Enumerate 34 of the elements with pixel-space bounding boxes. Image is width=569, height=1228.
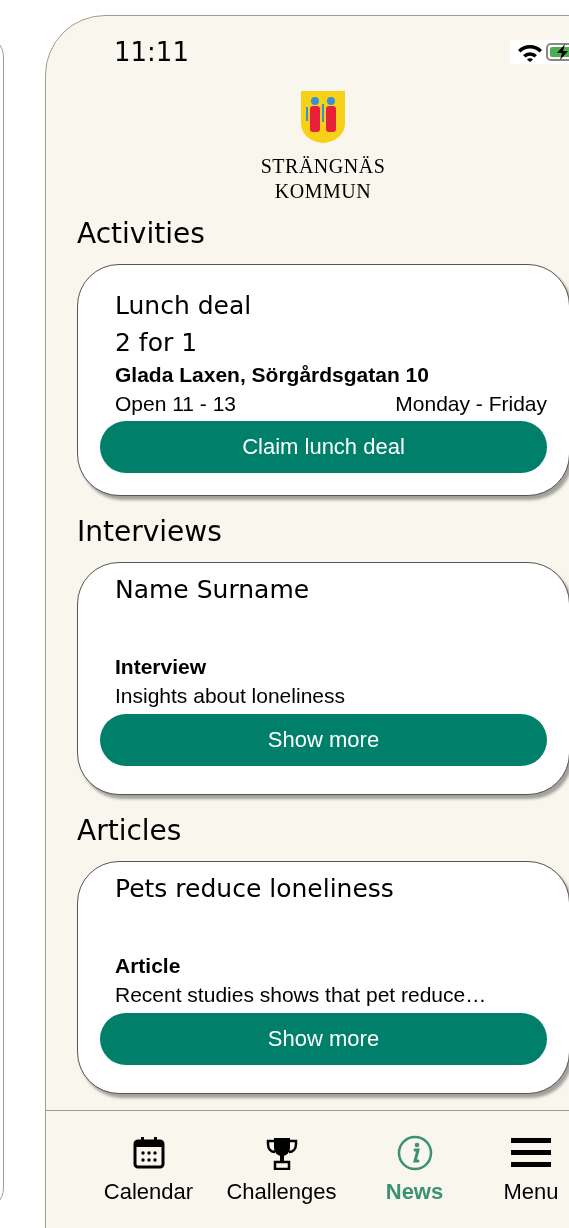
card-title: Name Surname (115, 574, 311, 606)
nav-tab[interactable]: Calendar (82, 1133, 215, 1205)
card-title: Pets reduce loneliness (115, 873, 395, 905)
section-heading: Articles (77, 813, 183, 849)
wifi-icon (516, 42, 544, 62)
nav-label: Challenges (226, 1179, 337, 1205)
section-heading: Activities (77, 216, 206, 252)
card-text: Insights about loneliness (115, 683, 346, 709)
logo-text: KOMMUN (273, 179, 373, 204)
coat-of-arms-icon (300, 90, 346, 144)
nav-label: News (385, 1179, 444, 1205)
deal-place: Glada Laxen, Sörgårdsgatan 10 (115, 362, 430, 388)
deal-offer: 2 for 1 (115, 327, 199, 359)
section-heading: Interviews (77, 514, 223, 550)
show-more-button[interactable]: Show more (100, 1013, 547, 1065)
nav-tab[interactable]: News (348, 1133, 481, 1205)
nav-tab[interactable]: Menu (481, 1133, 569, 1205)
deal-days: Monday - Friday (395, 389, 547, 419)
deal-hours: Open 11 - 13 (115, 391, 237, 417)
nav-label: Calendar (103, 1179, 194, 1205)
show-more-button[interactable]: Show more (100, 714, 547, 766)
status-time: 11:11 (114, 37, 189, 67)
nav-tab[interactable]: Challenges (215, 1133, 348, 1205)
menu-icon (511, 1137, 551, 1169)
card-label: Interview (115, 654, 208, 680)
calendar-icon (131, 1136, 166, 1170)
info-icon (396, 1135, 433, 1171)
logo-text: STRÄNGNÄS (260, 154, 386, 179)
card-text: Recent studies shows that pet reduce… (115, 982, 488, 1008)
card-label: Article (115, 953, 182, 979)
nav-label: Menu (503, 1179, 559, 1205)
trophy-icon (265, 1136, 298, 1170)
claim-button[interactable]: Claim lunch deal (100, 421, 547, 473)
card-title: Lunch deal (115, 290, 253, 322)
